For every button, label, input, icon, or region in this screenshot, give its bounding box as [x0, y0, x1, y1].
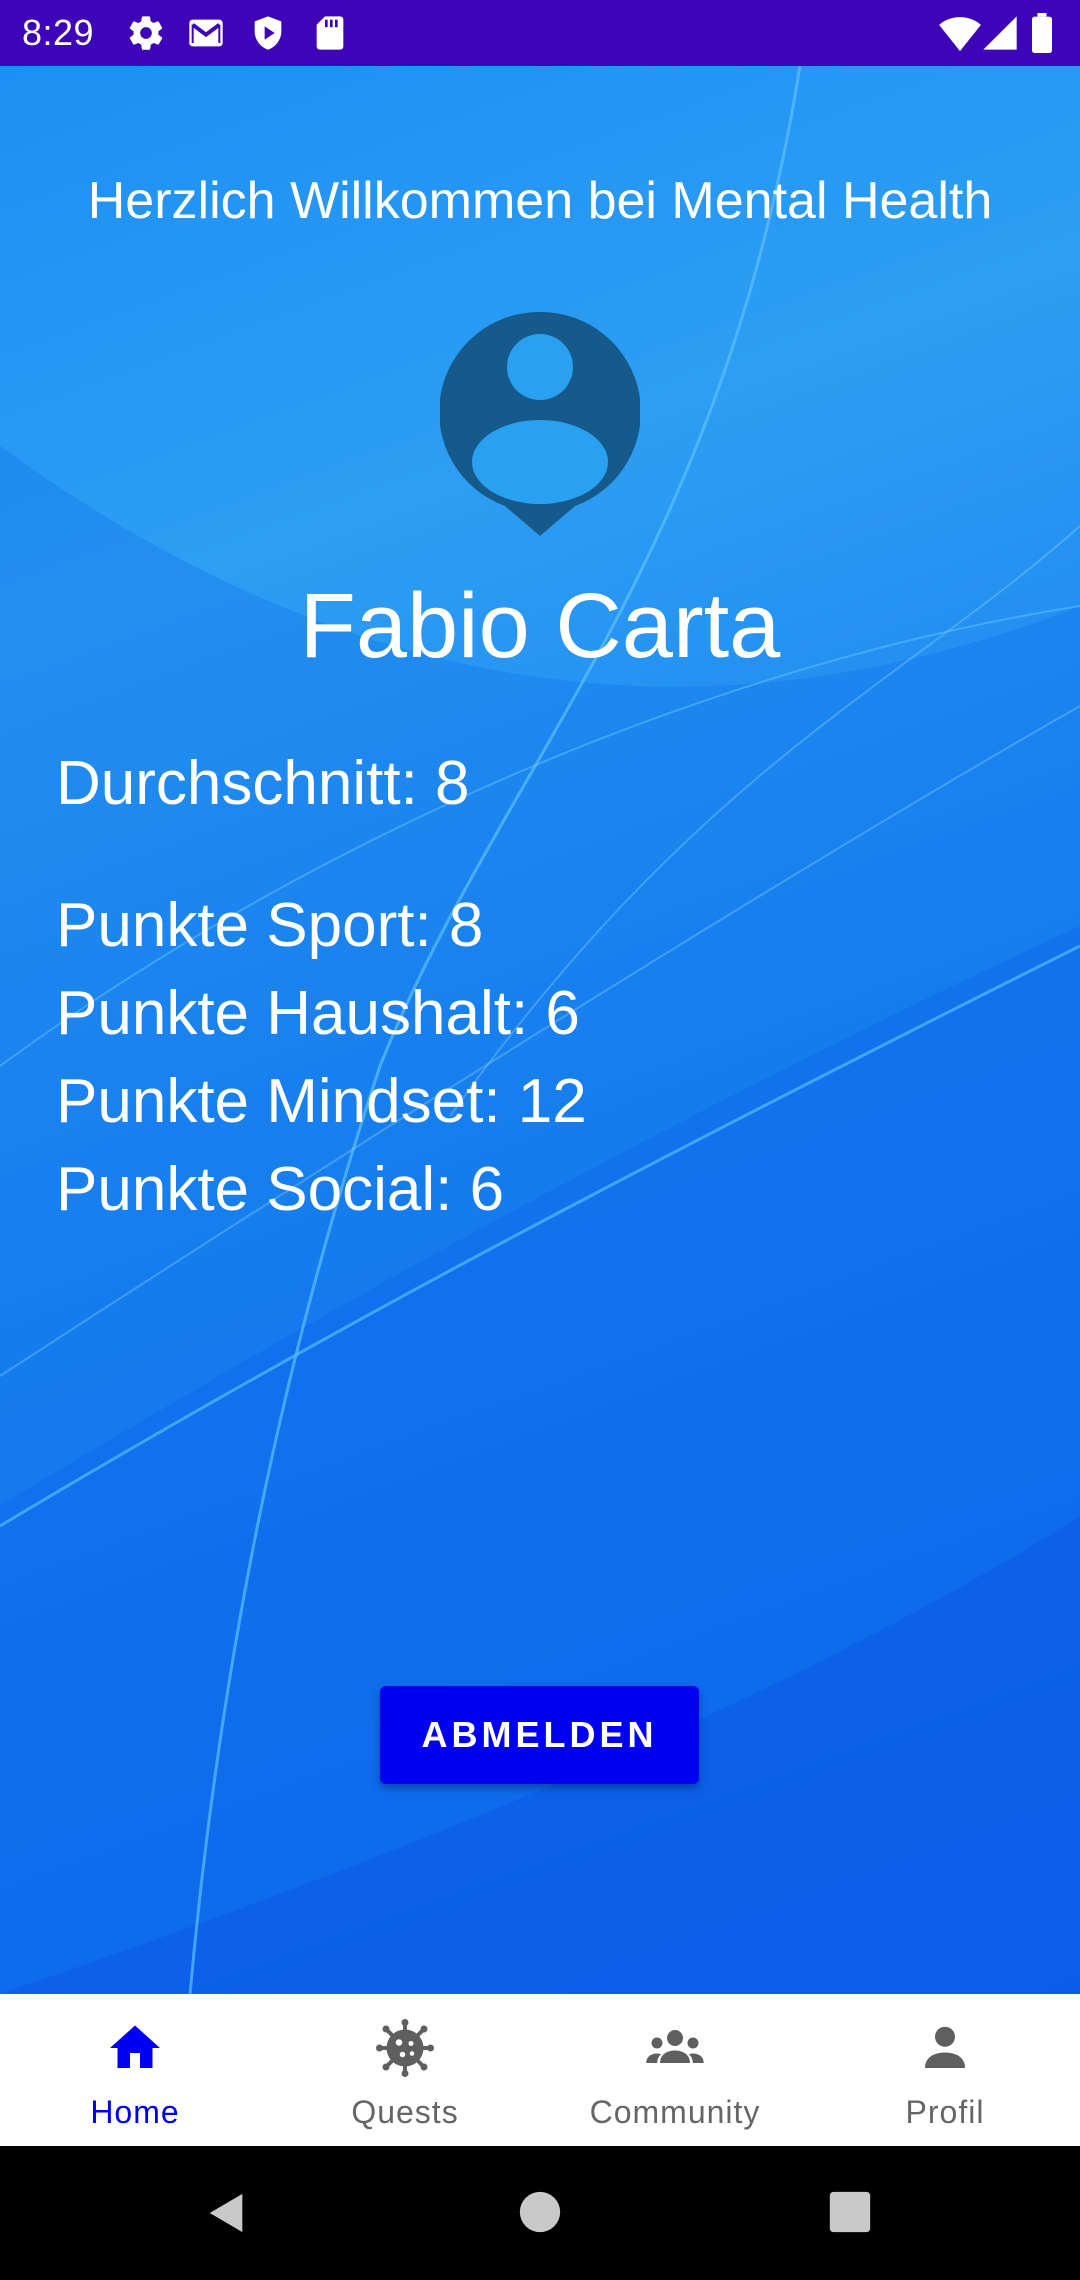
points-haushalt: Punkte Haushalt: 6 [56, 979, 580, 1048]
points-mindset: Punkte Mindset: 12 [56, 1067, 587, 1136]
person-icon [925, 2026, 965, 2068]
nav-label-community: Community [589, 2094, 761, 2130]
average-score: Durchschnitt: 8 [56, 749, 470, 818]
nav-label-quests: Quests [351, 2094, 459, 2130]
recents-icon[interactable] [828, 2190, 872, 2234]
nav-label-profil: Profil [905, 2094, 985, 2130]
back-icon[interactable] [204, 2190, 250, 2236]
account-icon [440, 312, 640, 536]
wifi-icon [939, 17, 981, 52]
points-social: Punkte Social: 6 [56, 1155, 505, 1224]
shield-icon [254, 16, 282, 50]
bottom-navigation: Home Quests Community Profil [0, 1994, 1080, 2146]
nav-item-quests[interactable]: Quests [270, 1994, 540, 2146]
gmail-icon [189, 19, 223, 47]
home-icon [110, 2025, 160, 2068]
system-navigation-bar [0, 2146, 1080, 2280]
sd-card-icon [316, 16, 344, 50]
nav-item-community[interactable]: Community [540, 1994, 810, 2146]
settings-icon [129, 16, 163, 50]
home-screen: Herzlich Willkommen bei Mental Health Fa… [0, 66, 1080, 1994]
status-time: 8:29 [22, 12, 95, 53]
group-icon [646, 2030, 704, 2063]
welcome-heading: Herzlich Willkommen bei Mental Health [87, 172, 993, 230]
user-name: Fabio Carta [299, 575, 781, 677]
home-circle-icon[interactable] [518, 2190, 562, 2234]
nav-label-home: Home [90, 2094, 180, 2130]
status-bar: 8:29 [0, 0, 1080, 66]
logout-button[interactable]: ABMELDEN [380, 1686, 699, 1784]
cell-signal-icon [983, 16, 1017, 50]
nav-item-home[interactable]: Home [0, 1994, 270, 2146]
points-sport: Punkte Sport: 8 [56, 891, 484, 960]
screen: 8:29 Herzlich Willkommen bei Mental Heal… [0, 0, 1080, 2280]
nav-item-profil[interactable]: Profil [810, 1994, 1080, 2146]
battery-icon [1032, 13, 1052, 53]
virus-icon [376, 2019, 434, 2077]
